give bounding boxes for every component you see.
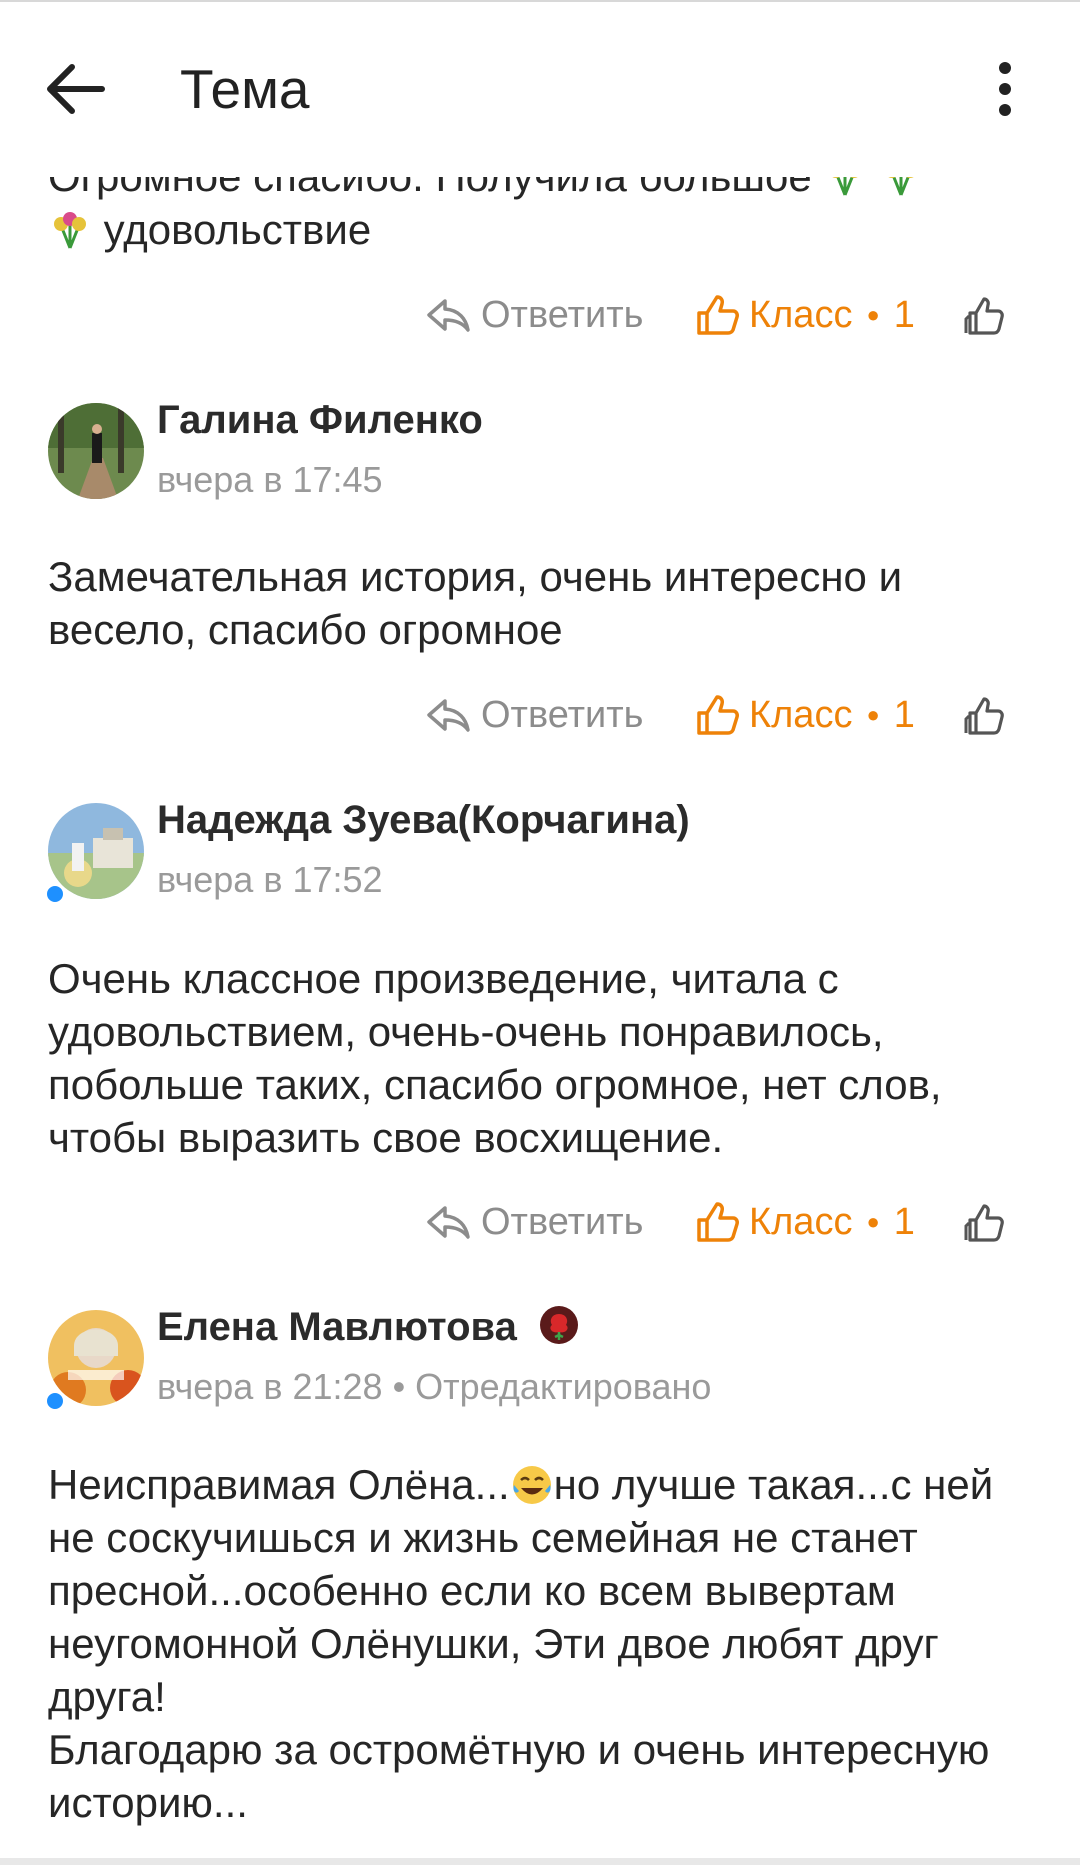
tulips-emoji-icon	[54, 212, 86, 249]
comment-actions: Ответить Класс ● 1	[0, 685, 1080, 745]
reply-icon	[427, 1206, 470, 1239]
comment-text: Неисправимая Олёна... но лучше такая...с …	[48, 1461, 994, 1826]
comment-time: вчера в 21:28 • Отредактировано	[157, 1366, 712, 1407]
react-button[interactable]	[962, 691, 1012, 741]
author-name[interactable]: Галина Филенко	[157, 395, 483, 445]
tears-of-joy-emoji-icon	[512, 1466, 551, 1504]
comment-time: вчера в 17:45	[157, 459, 383, 500]
reply-icon	[427, 299, 470, 332]
separator-dot: ●	[866, 302, 880, 327]
separator-dot: •	[392, 1366, 416, 1407]
like-count: 1	[893, 693, 915, 736]
separator-dot: ●	[866, 702, 880, 727]
comment-header: Галина Филенко вчера в 17:45	[0, 395, 1080, 505]
avatar[interactable]	[48, 1310, 144, 1406]
thumbs-up-icon	[697, 695, 739, 735]
more-options-button[interactable]	[980, 54, 1030, 124]
comment-text: Замечательная история, очень интересно и…	[48, 553, 903, 653]
top-app-bar: Тема	[0, 0, 1080, 177]
online-indicator	[44, 1390, 66, 1412]
reply-icon	[427, 699, 470, 732]
avatar[interactable]	[48, 403, 144, 499]
thumbs-up-icon	[697, 295, 739, 335]
react-button[interactable]	[962, 291, 1012, 341]
comment-text: Очень классное произведение, читала с уд…	[48, 955, 942, 1161]
dot	[999, 83, 1011, 95]
comment-actions: Ответить Класс ● 1	[0, 1192, 1080, 1252]
avatar-image	[48, 403, 144, 499]
double-thumbs-icon	[964, 697, 1004, 735]
comment-header: Елена Мавлютова вчера в 21:28 • Отредакт…	[0, 1302, 1080, 1412]
avatar-image	[48, 1310, 144, 1406]
like-count: 1	[893, 293, 915, 336]
reply-button[interactable]: Ответить	[425, 1192, 643, 1252]
online-indicator	[44, 883, 66, 905]
rose-badge-icon	[539, 1306, 578, 1344]
author-name[interactable]: Елена Мавлютова	[157, 1302, 580, 1352]
like-button[interactable]: Класс ● 1	[695, 685, 915, 745]
author-name[interactable]: Надежда Зуева(Корчагина)	[157, 795, 690, 845]
react-button[interactable]	[962, 1198, 1012, 1248]
double-thumbs-icon	[964, 297, 1004, 335]
comment-actions: Ответить Класс ● 1	[0, 285, 1080, 345]
comment-header: Надежда Зуева(Корчагина) вчера в 17:52	[0, 795, 1080, 905]
arrow-left-icon	[47, 64, 105, 114]
double-thumbs-icon	[964, 1204, 1004, 1242]
avatar-image	[48, 803, 144, 899]
separator-dot: ●	[866, 1209, 880, 1234]
thumbs-up-icon	[697, 1202, 739, 1242]
page-title: Тема	[180, 58, 310, 120]
like-button[interactable]: Класс ● 1	[695, 285, 915, 345]
dot	[999, 62, 1011, 74]
back-button[interactable]	[40, 54, 130, 124]
like-count: 1	[893, 1200, 915, 1243]
bottom-divider	[0, 1858, 1080, 1865]
edited-label: Отредактировано	[415, 1366, 712, 1407]
like-button[interactable]: Класс ● 1	[695, 1192, 915, 1252]
reply-button[interactable]: Ответить	[425, 285, 643, 345]
avatar[interactable]	[48, 803, 144, 899]
reply-button[interactable]: Ответить	[425, 685, 643, 745]
comment-time: вчера в 17:52	[157, 859, 383, 900]
dot	[999, 104, 1011, 116]
